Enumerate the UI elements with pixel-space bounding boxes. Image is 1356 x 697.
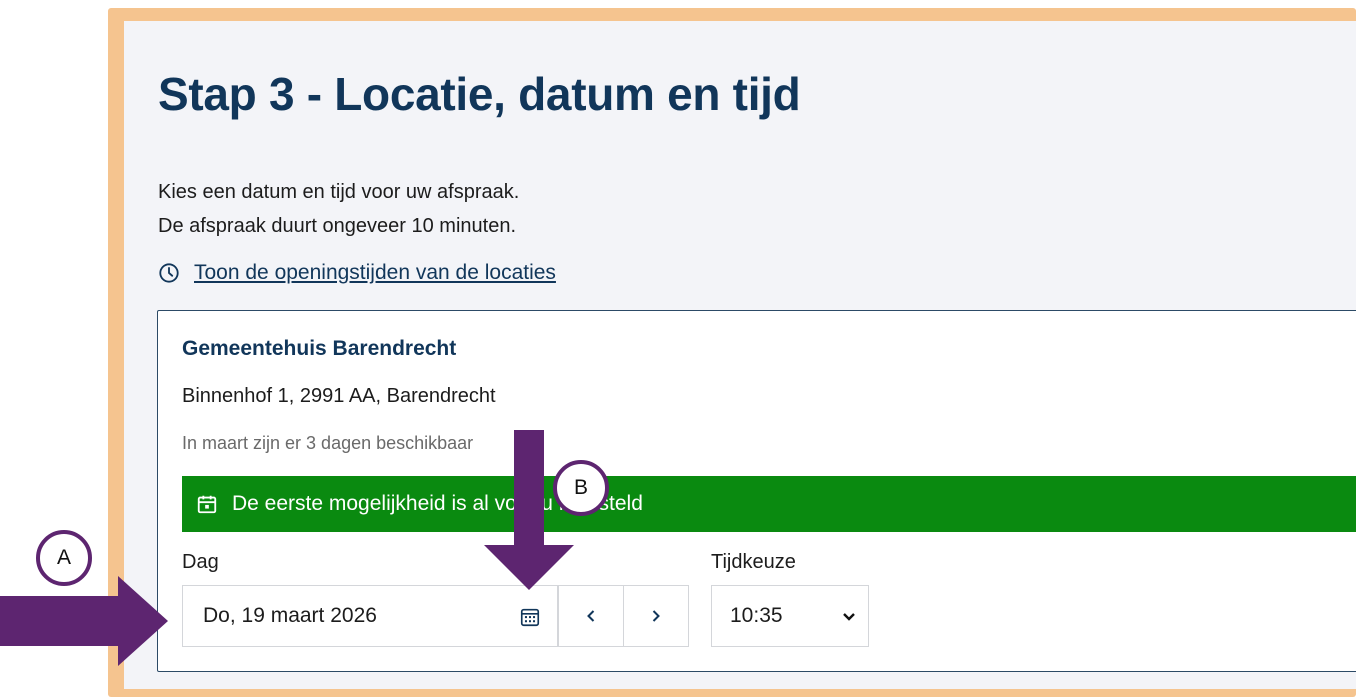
first-available-banner: De eerste mogelijkheid is al voor u inge…: [182, 476, 1356, 532]
opening-hours-link[interactable]: Toon de openingstijden van de locaties: [194, 261, 556, 285]
date-value: Do, 19 maart 2026: [203, 604, 377, 627]
intro-line-2: De afspraak duurt ongeveer 10 minuten.: [158, 215, 516, 237]
intro-line-1: Kies een datum en tijd voor uw afspraak.: [158, 181, 520, 203]
time-select[interactable]: 10:35: [711, 585, 869, 647]
chevron-down-icon: [843, 613, 855, 621]
availability-text: In maart zijn er 3 dagen beschikbaar: [182, 433, 474, 453]
calendar-picker-icon[interactable]: [519, 606, 541, 628]
calendar-icon: [197, 495, 217, 514]
intro-text: Kies een datum en tijd voor uw afspraak.…: [158, 175, 519, 243]
clock-icon: [159, 263, 179, 283]
next-day-button[interactable]: [623, 585, 689, 647]
chevron-left-icon: [587, 610, 595, 622]
annotation-a: A: [36, 530, 92, 586]
date-input[interactable]: Do, 19 maart 2026: [182, 585, 558, 647]
location-address: Binnenhof 1, 2991 AA, Barendrecht: [182, 385, 496, 407]
location-name: Gemeentehuis Barendrecht: [182, 337, 457, 360]
location-card: Gemeentehuis Barendrecht Binnenhof 1, 29…: [157, 310, 1356, 672]
time-value: 10:35: [730, 604, 783, 627]
opening-hours-link-row[interactable]: Toon de openingstijden van de locaties: [158, 261, 556, 285]
annotation-b: B: [553, 460, 609, 516]
appointment-page: Stap 3 - Locatie, datum en tijd Kies een…: [124, 21, 1356, 689]
previous-day-button[interactable]: [558, 585, 624, 647]
page-title: Stap 3 - Locatie, datum en tijd: [158, 68, 801, 120]
chevron-right-icon: [652, 610, 660, 622]
day-label: Dag: [182, 551, 219, 573]
time-label: Tijdkeuze: [711, 551, 796, 573]
